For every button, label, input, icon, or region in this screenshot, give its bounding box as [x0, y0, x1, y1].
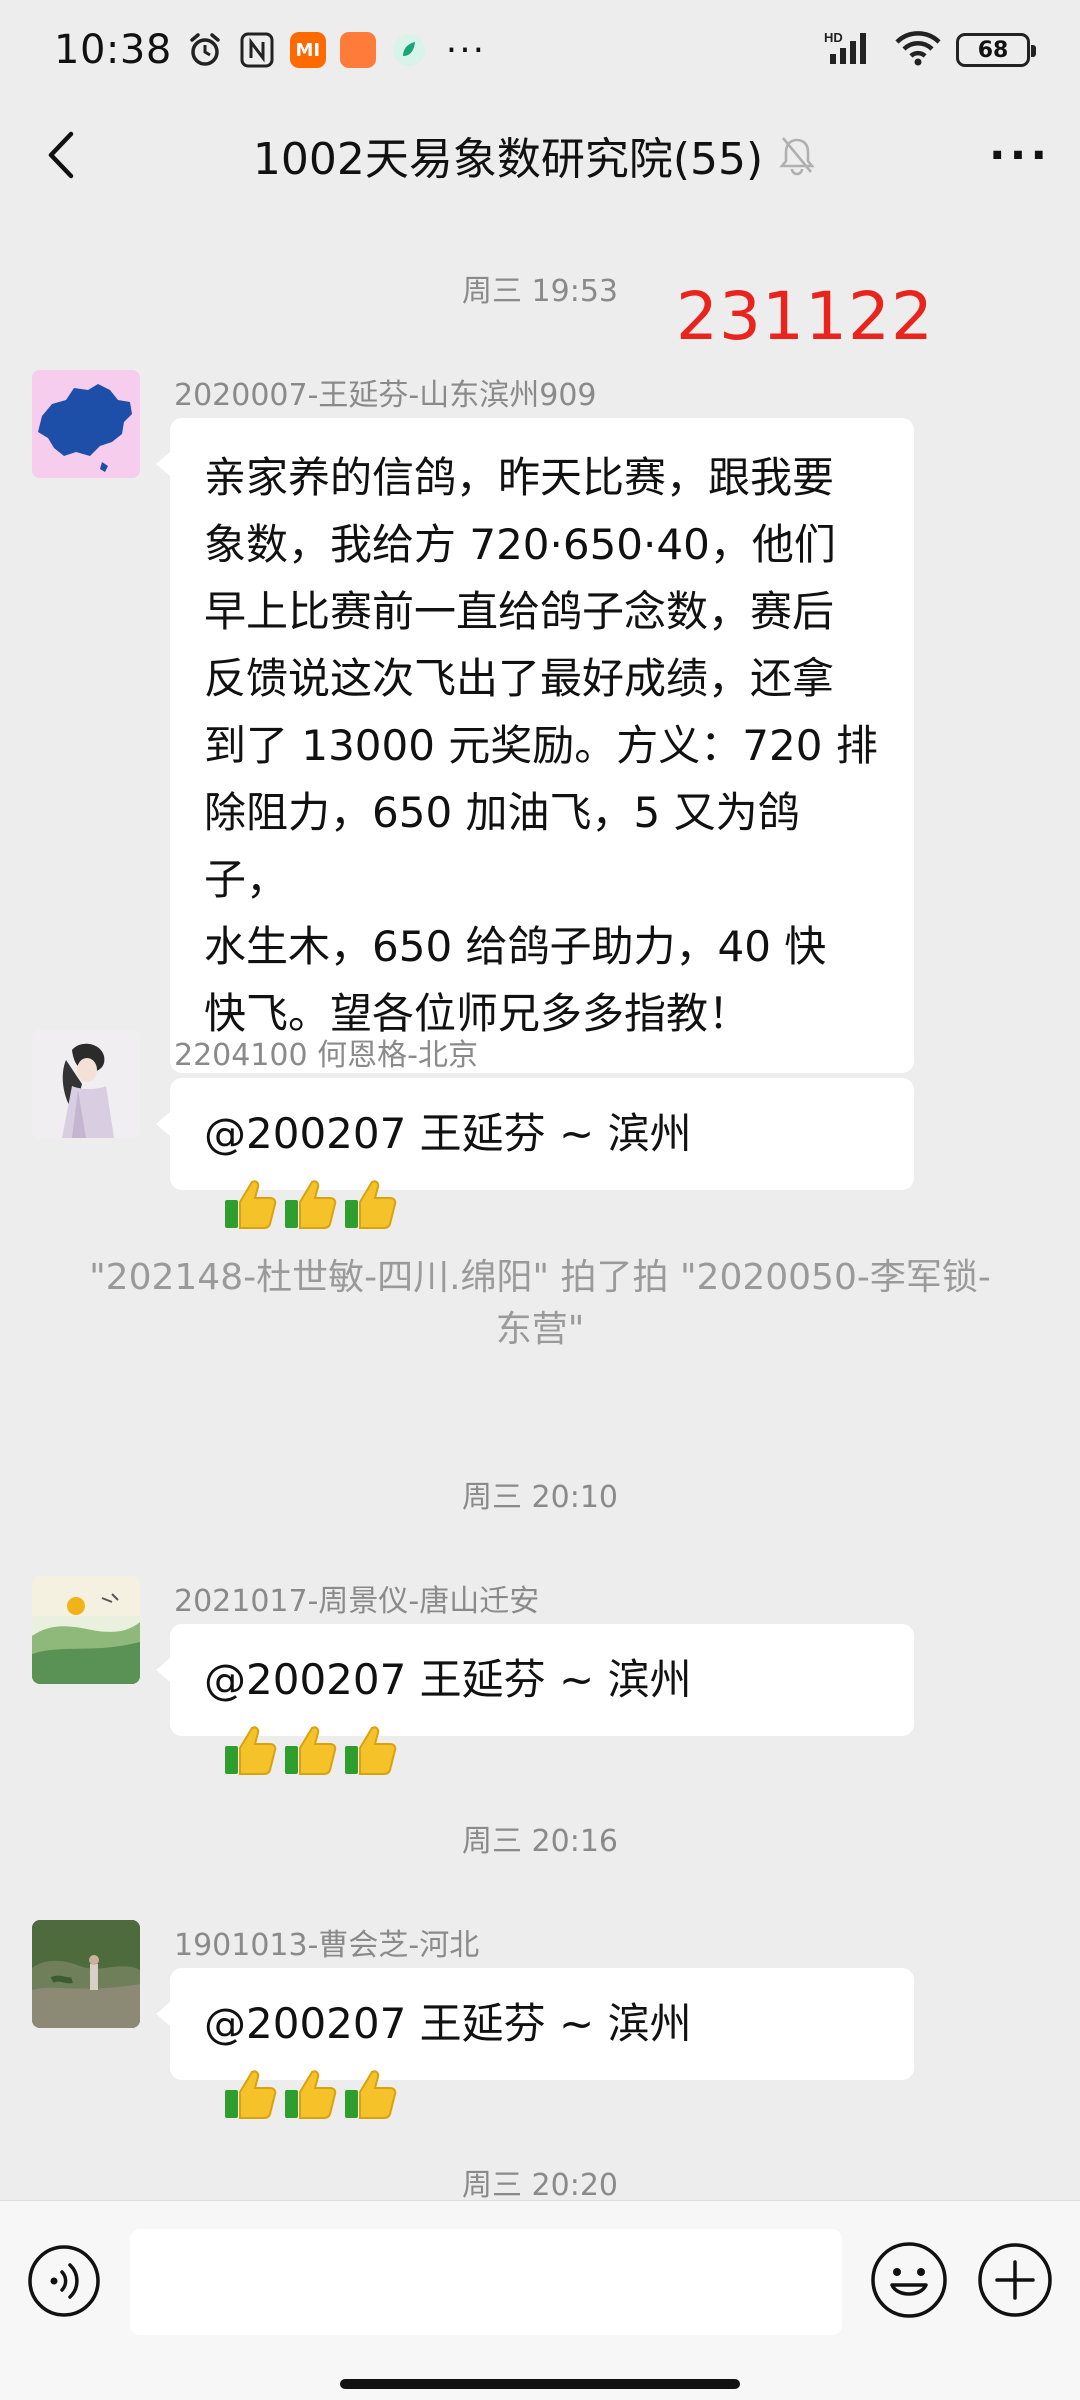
thumbs-up-icon	[225, 1725, 277, 1775]
message-line: 亲家养的信鸽，昨天比赛，跟我要	[204, 453, 835, 502]
timestamp: 周三 20:10	[462, 1480, 618, 1515]
sender-name: 2020007-王延芬-山东滨州909	[174, 378, 597, 413]
avatar[interactable]	[32, 370, 140, 478]
message-bubble[interactable]: 亲家养的信鸽，昨天比赛，跟我要 象数，我给方 720·650·40，他们 早上比…	[156, 418, 914, 1073]
message-input[interactable]	[130, 2229, 842, 2335]
message-text: @200207 王延芬 ~ 滨州	[204, 1655, 692, 1704]
thumbs-up-icon	[345, 1725, 397, 1775]
input-bar	[0, 2200, 1080, 2400]
thumbs-up-group	[222, 1722, 398, 1778]
mute-bell-icon	[779, 137, 815, 176]
nfc-icon	[238, 31, 276, 69]
shop-app-icon	[339, 32, 376, 68]
thumbs-up-icon	[285, 1725, 337, 1775]
home-indicator[interactable]	[340, 2379, 740, 2389]
message-text: @200207 王延芬 ~ 滨州	[204, 1999, 692, 2048]
message-bubble[interactable]: @200207 王延芬 ~ 滨州	[156, 1968, 914, 2119]
date-watermark: 231122	[676, 278, 934, 355]
leaf-app-icon	[390, 31, 428, 69]
status-time: 10:38	[54, 27, 172, 73]
thumbs-up-icon	[285, 1179, 337, 1229]
thumbs-up-icon	[285, 2069, 337, 2119]
avatar[interactable]	[32, 1576, 140, 1684]
system-notice-line: "202148-杜世敏-四川.绵阳" 拍了拍 "2020050-李军锁-	[89, 1257, 991, 1298]
message-line: 水生木，650 给鸽子助力，40 快	[204, 922, 827, 971]
signal-icon: HD	[824, 28, 880, 72]
chevron-left-icon	[48, 131, 74, 179]
chat-title-wrap: 1002天易象数研究院(55)	[110, 123, 960, 187]
sender-name: 2021017-周景仪-唐山迁安	[174, 1584, 540, 1619]
wifi-icon	[894, 29, 942, 71]
smiley-icon	[871, 2242, 947, 2318]
more-notifications-icon: ···	[445, 29, 487, 71]
battery-icon: 68	[956, 33, 1036, 67]
avatar[interactable]	[32, 1030, 140, 1138]
svg-text:HD: HD	[824, 30, 843, 45]
thumbs-up-icon	[225, 2069, 277, 2119]
message-bubble[interactable]: @200207 王延芬 ~ 滨州	[156, 1624, 914, 1775]
thumbs-up-icon	[345, 2069, 397, 2119]
thumbs-up-group	[222, 1176, 398, 1232]
sender-name: 1901013-曹会芝-河北	[174, 1928, 480, 1963]
sender-name: 2204100 何恩格-北京	[174, 1038, 478, 1073]
message-item: 2021017-周景仪-唐山迁安 @200207 王延芬 ~ 滨州	[32, 1576, 1052, 1775]
status-left-icons: MI ···	[186, 30, 486, 71]
chat-title: 1002天易象数研究院(55)	[252, 134, 764, 185]
message-line: 到了 13000 元奖励。方义：720 排	[204, 721, 878, 770]
thumbs-up-icon	[345, 1179, 397, 1229]
timestamp: 周三 20:20	[462, 2168, 618, 2200]
message-item: 2204100 何恩格-北京 @200207 王延芬 ~ 滨州	[32, 1030, 1052, 1229]
system-notice: "202148-杜世敏-四川.绵阳" 拍了拍 "2020050-李军锁- 东营"	[60, 1252, 1020, 1356]
message-line: 除阻力，650 加油飞，5 又为鸽子，	[204, 788, 800, 904]
system-notice-line: 东营"	[495, 1309, 585, 1350]
message-line: 象数，我给方 720·650·40，他们	[204, 520, 836, 569]
thumbs-up-icon	[225, 1179, 277, 1229]
message-text: @200207 王延芬 ~ 滨州	[204, 1109, 692, 1158]
timestamp: 周三 20:16	[462, 1824, 618, 1859]
mi-app-icon: MI	[289, 32, 326, 68]
message-line: 早上比赛前一直给鸽子念数，赛后	[204, 587, 835, 636]
alarm-icon	[186, 31, 224, 69]
status-bar: 10:38 MI ··· HD 68	[0, 0, 1080, 100]
voice-button[interactable]	[26, 2243, 102, 2319]
message-line: 反馈说这次飞出了最好成绩，还拿	[204, 654, 835, 703]
chat-menu-button[interactable]: ···	[960, 100, 1080, 210]
avatar[interactable]	[32, 1920, 140, 2028]
thumbs-up-group	[222, 2066, 398, 2122]
back-button[interactable]	[10, 100, 110, 210]
message-bubble[interactable]: @200207 王延芬 ~ 滨州	[156, 1078, 914, 1229]
chat-messages[interactable]: 周三 19:53 231122 2020007-王延芬-山东滨州909 亲家养的…	[0, 210, 1080, 2200]
status-right-icons: HD 68	[824, 28, 1036, 72]
voice-icon	[28, 2245, 100, 2317]
message-item: 1901013-曹会芝-河北 @200207 王延芬 ~ 滨州	[32, 1920, 1052, 2119]
more-actions-button[interactable]	[976, 2241, 1054, 2319]
plus-icon	[978, 2243, 1052, 2317]
emoji-button[interactable]	[868, 2239, 950, 2321]
chat-header: 1002天易象数研究院(55) ···	[0, 100, 1080, 210]
message-item: 2020007-王延芬-山东滨州909 亲家养的信鸽，昨天比赛，跟我要 象数，我…	[32, 370, 1052, 1073]
